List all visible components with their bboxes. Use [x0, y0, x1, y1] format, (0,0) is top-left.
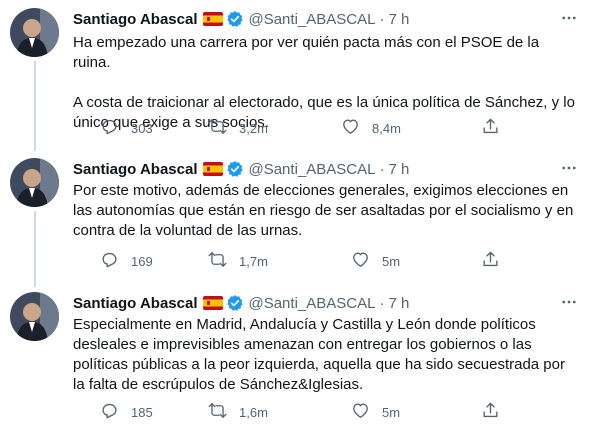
- author-name[interactable]: Santiago Abascal: [73, 295, 197, 312]
- avatar[interactable]: [10, 292, 59, 341]
- tweet-1[interactable]: Santiago Abascal @Santi_ABASCAL · 7 h Ha…: [0, 8, 592, 151]
- avatar[interactable]: [10, 158, 59, 207]
- tweet-header: Santiago Abascal @Santi_ABASCAL · 7 h: [73, 293, 409, 313]
- share-icon: [481, 401, 500, 423]
- more-icon[interactable]: [556, 292, 582, 312]
- tweet-text: Por este motivo, además de elecciones ge…: [73, 181, 578, 241]
- tweet-thread: Santiago Abascal @Santi_ABASCAL · 7 h Ha…: [0, 0, 592, 429]
- retweet-icon: [208, 401, 227, 423]
- thread-connector-line: [34, 211, 36, 287]
- like-button[interactable]: 8,4m: [341, 117, 401, 139]
- reply-count: 303: [131, 120, 153, 136]
- retweet-button[interactable]: 3,2m: [208, 117, 268, 139]
- author-handle[interactable]: @Santi_ABASCAL: [248, 161, 375, 178]
- reply-button[interactable]: 185: [100, 401, 153, 423]
- reply-icon: [100, 250, 119, 272]
- tweet-3[interactable]: Santiago Abascal @Santi_ABASCAL · 7 h Es…: [0, 292, 592, 427]
- heart-icon: [351, 401, 370, 423]
- like-count: 5m: [382, 404, 401, 420]
- share-button[interactable]: [481, 117, 500, 139]
- share-button[interactable]: [481, 401, 500, 423]
- tweet-header: Santiago Abascal @Santi_ABASCAL · 7 h: [73, 159, 409, 179]
- tweet-header: Santiago Abascal @Santi_ABASCAL · 7 h: [73, 9, 409, 29]
- like-count: 5m: [382, 253, 401, 269]
- heart-icon: [351, 250, 370, 272]
- retweet-icon: [208, 117, 227, 139]
- tweet-paragraph: Por este motivo, además de elecciones ge…: [73, 182, 574, 239]
- author-name[interactable]: Santiago Abascal: [73, 11, 197, 28]
- tweet-actions: 185 1,6m 5m: [70, 401, 510, 423]
- retweet-count: 1,6m: [239, 404, 268, 420]
- share-icon: [481, 250, 500, 272]
- retweet-count: 1,7m: [239, 253, 268, 269]
- tweet-timestamp[interactable]: 7 h: [388, 11, 409, 28]
- like-count: 8,4m: [372, 120, 401, 136]
- more-icon[interactable]: [556, 8, 582, 28]
- verified-badge-icon: [226, 10, 244, 28]
- tweet-text: Especialmente en Madrid, Andalucía y Cas…: [73, 315, 578, 395]
- author-handle[interactable]: @Santi_ABASCAL: [248, 11, 375, 28]
- verified-badge-icon: [226, 294, 244, 312]
- author-name[interactable]: Santiago Abascal: [73, 161, 197, 178]
- share-button[interactable]: [481, 250, 500, 272]
- author-handle[interactable]: @Santi_ABASCAL: [248, 295, 375, 312]
- tweet-paragraph: Especialmente en Madrid, Andalucía y Cas…: [73, 316, 565, 393]
- like-button[interactable]: 5m: [351, 401, 400, 423]
- reply-icon: [100, 401, 119, 423]
- retweet-icon: [208, 250, 227, 272]
- tweet-2[interactable]: Santiago Abascal @Santi_ABASCAL · 7 h Po…: [0, 158, 592, 287]
- like-button[interactable]: 5m: [351, 250, 400, 272]
- separator-dot: ·: [379, 10, 385, 28]
- tweet-timestamp[interactable]: 7 h: [388, 161, 409, 178]
- reply-count: 169: [131, 253, 153, 269]
- retweet-button[interactable]: 1,6m: [208, 401, 268, 423]
- share-icon: [481, 117, 500, 139]
- spain-flag-icon: [203, 12, 224, 26]
- separator-dot: ·: [379, 294, 385, 312]
- avatar[interactable]: [10, 8, 59, 57]
- tweet-actions: 169 1,7m 5m: [70, 250, 510, 272]
- tweet-paragraph: Ha empezado una carrera por ver quién pa…: [73, 34, 540, 71]
- retweet-count: 3,2m: [239, 120, 268, 136]
- more-icon[interactable]: [556, 158, 582, 178]
- separator-dot: ·: [379, 160, 385, 178]
- tweet-timestamp[interactable]: 7 h: [388, 295, 409, 312]
- tweet-actions: 303 3,2m 8,4m: [70, 117, 510, 139]
- spain-flag-icon: [203, 162, 224, 176]
- retweet-button[interactable]: 1,7m: [208, 250, 268, 272]
- reply-button[interactable]: 169: [100, 250, 153, 272]
- spain-flag-icon: [203, 296, 224, 310]
- verified-badge-icon: [226, 160, 244, 178]
- reply-button[interactable]: 303: [100, 117, 153, 139]
- reply-count: 185: [131, 404, 153, 420]
- reply-icon: [100, 117, 119, 139]
- thread-connector-line: [34, 61, 36, 151]
- heart-icon: [341, 117, 360, 139]
